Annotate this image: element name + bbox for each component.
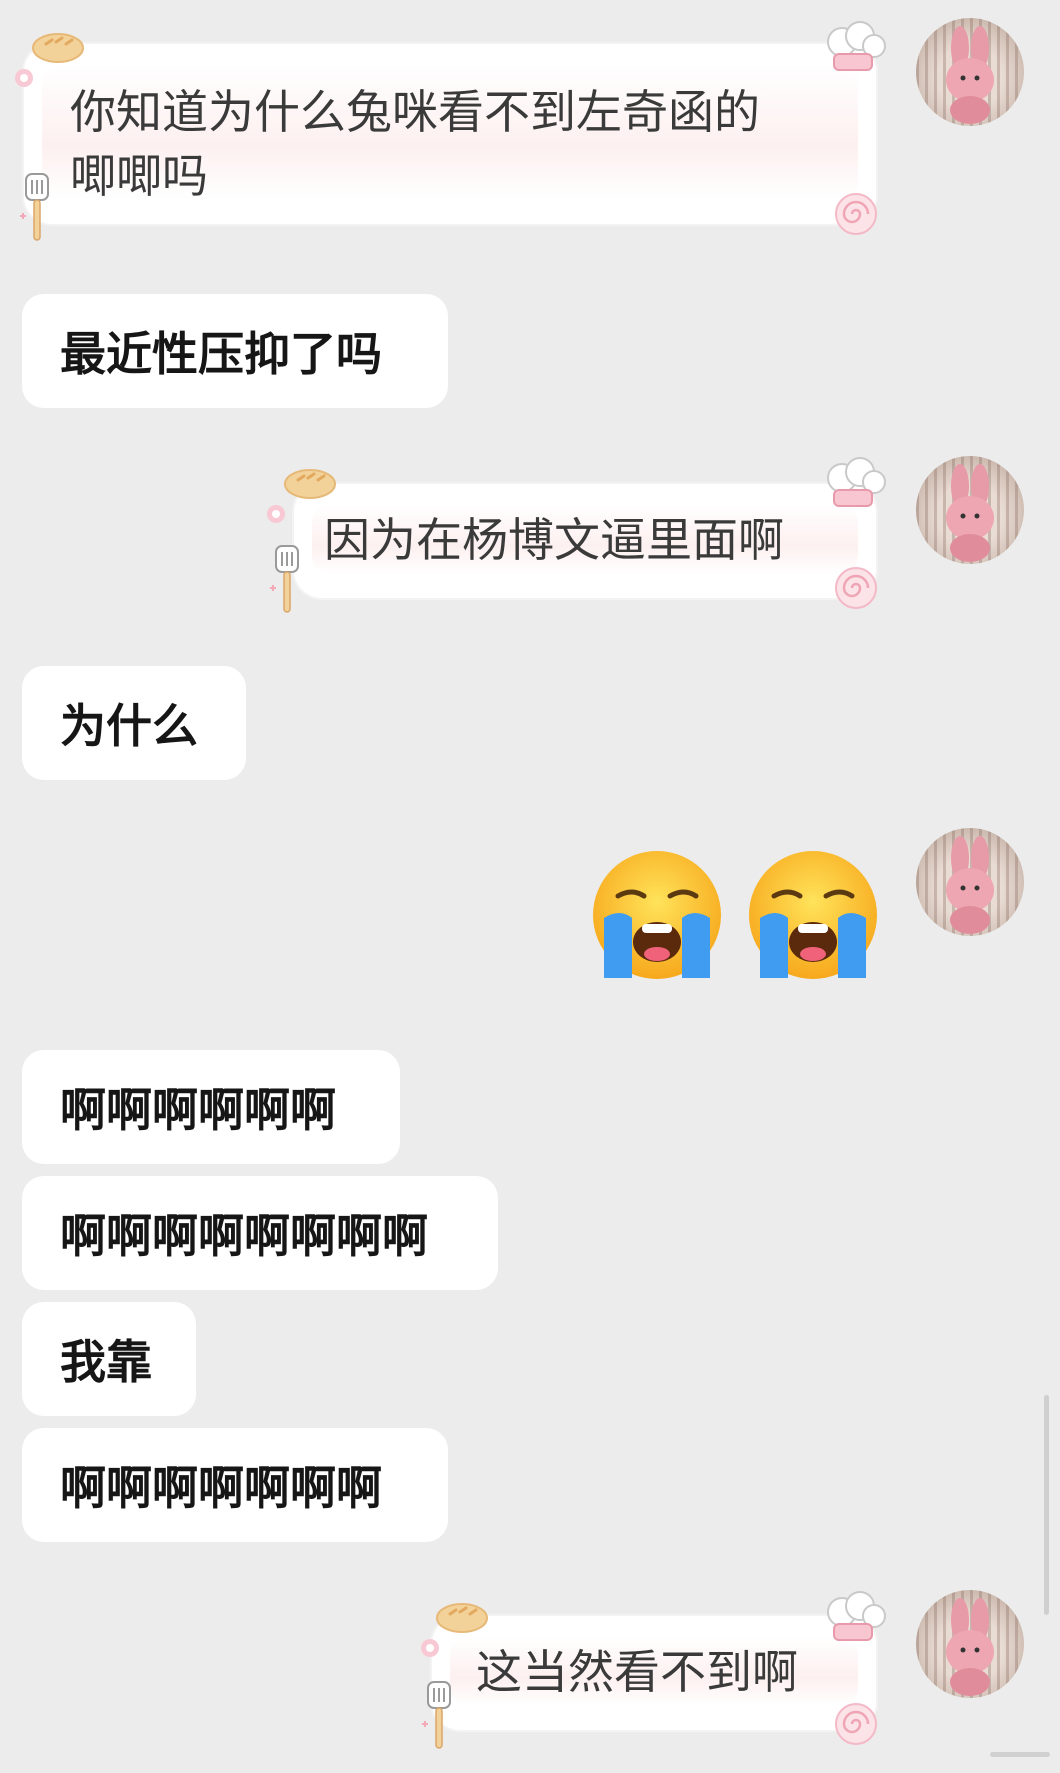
message-text: 啊啊啊啊啊啊啊 bbox=[60, 1461, 382, 1515]
scrollbar[interactable] bbox=[1044, 1395, 1049, 1615]
message-bubble[interactable]: 最近性压抑了吗 bbox=[22, 294, 448, 408]
avatar[interactable] bbox=[916, 828, 1024, 936]
swirl-candy-sticker-icon bbox=[835, 567, 877, 609]
decorated-message-bubble[interactable]: 这当然看不到啊 bbox=[432, 1616, 876, 1730]
bread-sticker-icon bbox=[284, 469, 336, 499]
chef-hat-sticker-icon bbox=[827, 21, 886, 71]
message-bubble[interactable]: 啊啊啊啊啊啊啊啊 bbox=[22, 1176, 498, 1290]
message-text: 你知道为什么兔咪看不到左奇函的 bbox=[70, 85, 760, 139]
bread-sticker-icon bbox=[436, 1603, 488, 1633]
loudly-crying-face-icon[interactable] bbox=[746, 848, 880, 982]
chef-hat-sticker-icon bbox=[827, 457, 886, 507]
home-indicator bbox=[990, 1752, 1050, 1757]
message-bubble[interactable]: 为什么 bbox=[22, 666, 246, 780]
message-text: 因为在杨博文逼里面啊 bbox=[324, 513, 784, 567]
spatula-sticker-icon bbox=[270, 545, 299, 613]
bread-sticker-icon bbox=[32, 33, 84, 63]
message-bubble[interactable]: 啊啊啊啊啊啊 bbox=[22, 1050, 400, 1164]
message-text: 最近性压抑了吗 bbox=[60, 327, 382, 381]
spatula-sticker-icon bbox=[20, 173, 49, 241]
avatar[interactable] bbox=[916, 18, 1024, 126]
decorated-message-bubble[interactable]: 因为在杨博文逼里面啊 bbox=[294, 484, 876, 598]
swirl-candy-sticker-icon bbox=[835, 1703, 877, 1745]
chef-hat-sticker-icon bbox=[827, 1591, 886, 1641]
swirl-candy-sticker-icon bbox=[835, 193, 877, 235]
message-text: 我靠 bbox=[60, 1335, 152, 1389]
avatar[interactable] bbox=[916, 456, 1024, 564]
message-text: 啊啊啊啊啊啊 bbox=[60, 1083, 336, 1137]
flower-sticker-icon bbox=[267, 505, 285, 523]
message-text: 唧唧吗 bbox=[70, 149, 208, 203]
message-text: 啊啊啊啊啊啊啊啊 bbox=[60, 1209, 428, 1263]
message-text: 这当然看不到啊 bbox=[476, 1645, 798, 1699]
message-bubble[interactable]: 啊啊啊啊啊啊啊 bbox=[22, 1428, 448, 1542]
spatula-sticker-icon bbox=[422, 1681, 451, 1749]
decorated-message-bubble[interactable]: 你知道为什么兔咪看不到左奇函的 唧唧吗 bbox=[24, 44, 876, 224]
loudly-crying-face-icon[interactable] bbox=[590, 848, 724, 982]
flower-sticker-icon bbox=[421, 1639, 439, 1657]
avatar[interactable] bbox=[916, 1590, 1024, 1698]
message-text: 为什么 bbox=[60, 699, 198, 753]
flower-sticker-icon bbox=[15, 69, 33, 87]
message-bubble[interactable]: 我靠 bbox=[22, 1302, 196, 1416]
